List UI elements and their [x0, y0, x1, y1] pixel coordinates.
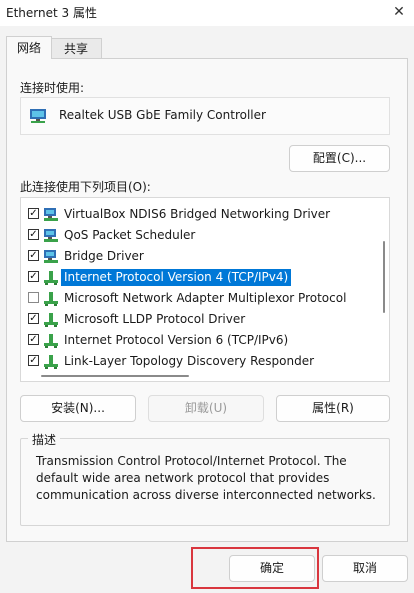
list-horizontal-scrollbar[interactable]	[41, 375, 189, 377]
list-item[interactable]: ✓ Internet Protocol Version 6 (TCP/IPv6)	[21, 330, 379, 351]
item-checkbox[interactable]: ✓	[28, 355, 39, 366]
install-button[interactable]: 安装(N)...	[20, 395, 136, 422]
item-label: Bridge Driver	[64, 249, 144, 263]
list-item[interactable]: ✓ Microsoft LLDP Protocol Driver	[21, 309, 379, 330]
list-item[interactable]: ✓ Bridge Driver	[21, 246, 379, 267]
protocol-icon	[43, 291, 59, 306]
network-component-icon	[43, 249, 59, 264]
item-label: QoS Packet Scheduler	[64, 228, 196, 242]
adapter-box: Realtek USB GbE Family Controller	[20, 97, 390, 135]
item-label: Microsoft LLDP Protocol Driver	[64, 312, 246, 326]
properties-button[interactable]: 属性(R)	[276, 395, 390, 422]
title-bar: Ethernet 3 属性 ✕	[0, 0, 414, 26]
close-icon[interactable]: ✕	[388, 0, 410, 24]
list-item[interactable]: ✓ Link-Layer Topology Discovery Responder	[21, 351, 379, 372]
item-label: Microsoft Network Adapter Multiplexor Pr…	[64, 291, 347, 305]
item-checkbox[interactable]: ✓	[28, 250, 39, 261]
description-legend: 描述	[28, 431, 61, 448]
item-checkbox[interactable]: ✓	[28, 313, 39, 324]
item-checkbox[interactable]: ✓	[28, 334, 39, 345]
list-item[interactable]: ✓ QoS Packet Scheduler	[21, 225, 379, 246]
protocol-icon	[43, 333, 59, 348]
list-item[interactable]: ✓ Internet Protocol Version 4 (TCP/IPv4)	[21, 267, 379, 288]
network-component-icon	[43, 228, 59, 243]
item-checkbox[interactable]: ✓	[28, 229, 39, 240]
network-component-icon	[43, 207, 59, 222]
uninstall-button[interactable]: 卸载(U)	[148, 395, 264, 422]
protocol-icon	[43, 312, 59, 327]
item-label: VirtualBox NDIS6 Bridged Networking Driv…	[64, 207, 331, 221]
item-checkbox[interactable]: ✓	[28, 271, 39, 282]
list-item[interactable]: ✓ VirtualBox NDIS6 Bridged Networking Dri…	[21, 204, 379, 225]
adapter-name: Realtek USB GbE Family Controller	[59, 108, 266, 122]
protocol-icon	[43, 270, 59, 285]
items-label: 此连接使用下列项目(O):	[20, 180, 151, 194]
tab-network[interactable]: 网络	[6, 36, 52, 59]
list-vertical-scrollbar[interactable]	[383, 241, 385, 313]
highlight-box	[191, 547, 319, 589]
description-text: Transmission Control Protocol/Internet P…	[36, 454, 376, 502]
item-checkbox[interactable]: ✓	[28, 208, 39, 219]
list-item[interactable]: Microsoft Network Adapter Multiplexor Pr…	[21, 288, 379, 309]
cancel-button[interactable]: 取消	[322, 555, 408, 582]
configure-button[interactable]: 配置(C)...	[289, 145, 390, 172]
network-adapter-icon	[30, 109, 46, 123]
item-label: Internet Protocol Version 4 (TCP/IPv4)	[61, 269, 292, 286]
item-checkbox[interactable]	[28, 292, 39, 303]
item-label: Link-Layer Topology Discovery Responder	[64, 354, 315, 368]
tab-sharing[interactable]: 共享	[50, 38, 102, 59]
window-title: Ethernet 3 属性	[6, 6, 97, 20]
components-list[interactable]: ✓ VirtualBox NDIS6 Bridged Networking Dri…	[20, 197, 390, 382]
connect-using-label: 连接时使用:	[20, 81, 85, 95]
item-label: Internet Protocol Version 6 (TCP/IPv6)	[64, 333, 289, 347]
protocol-icon	[43, 354, 59, 369]
